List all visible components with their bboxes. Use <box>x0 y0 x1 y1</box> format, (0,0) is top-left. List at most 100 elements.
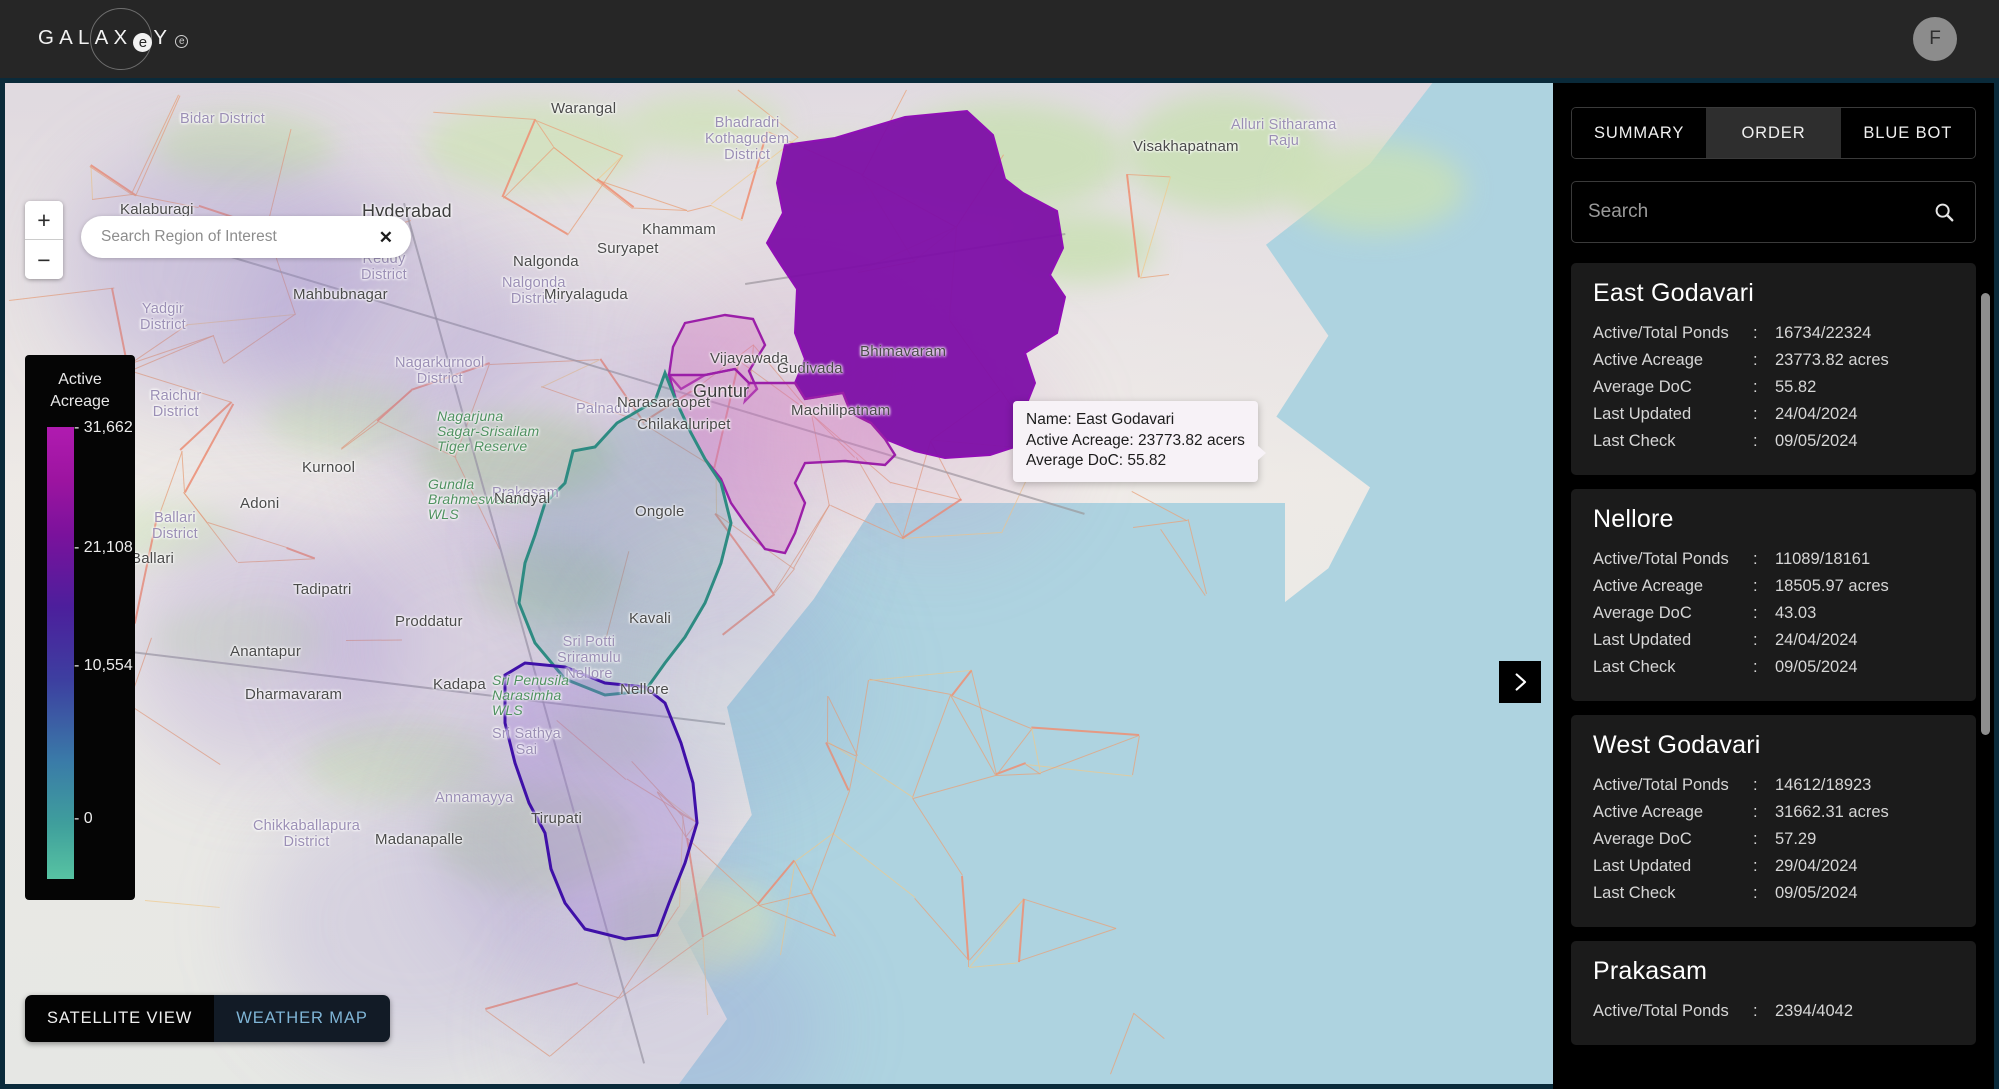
order-card-row-check: Last Check:09/05/2024 <box>1593 880 1954 907</box>
row-value: 09/05/2024 <box>1775 658 1858 676</box>
panel-collapse-button[interactable] <box>1499 661 1541 703</box>
map-label: Sri Sathya Sai <box>492 726 561 758</box>
row-label: Active/Total Ponds <box>1593 550 1729 568</box>
zoom-out-button[interactable]: − <box>25 240 63 279</box>
legend-tick-2: 10,554 <box>74 657 133 675</box>
row-label: Last Updated <box>1593 857 1692 875</box>
row-label: Active Acreage <box>1593 803 1704 821</box>
avatar[interactable]: F <box>1913 17 1957 61</box>
map-label: Bhadradri Kothagudem District <box>705 115 790 163</box>
roi-search-box[interactable]: ✕ <box>81 216 411 258</box>
satellite-view-button[interactable]: SATELLITE VIEW <box>25 995 215 1042</box>
panel-search-input[interactable] <box>1588 201 1933 223</box>
map-label: Visakhapatnam <box>1133 138 1239 155</box>
row-separator: : <box>1753 405 1758 423</box>
row-value: 09/05/2024 <box>1775 432 1858 450</box>
order-card-row-ponds: Active/Total Ponds:2394/4042 <box>1593 998 1954 1025</box>
row-value: 23773.82 acres <box>1775 351 1889 369</box>
map-label: Chikkaballapura District <box>253 818 360 850</box>
row-label: Active/Total Ponds <box>1593 1002 1729 1020</box>
order-card-title: Nellore <box>1593 505 1674 533</box>
row-separator: : <box>1753 776 1758 794</box>
legend-title: Active Acreage <box>25 369 135 413</box>
row-label: Active/Total Ponds <box>1593 776 1729 794</box>
side-panel: SUMMARY ORDER BLUE BOT East Godavari Acti… <box>1553 83 1994 1089</box>
basemap-toggle[interactable]: SATELLITE VIEW WEATHER MAP <box>25 995 390 1042</box>
weather-map-button[interactable]: WEATHER MAP <box>214 995 390 1042</box>
logo-e-glyph-icon: e <box>133 33 153 52</box>
row-separator: : <box>1753 432 1758 450</box>
tooltip-doc: Average DoC: 55.82 <box>1026 452 1167 469</box>
row-label: Last Check <box>1593 884 1676 902</box>
galaxeye-logo[interactable]: GALAX e Ye <box>38 0 189 78</box>
map-label: Ballari District <box>152 510 198 542</box>
row-value: 14612/18923 <box>1775 776 1872 794</box>
row-value: 57.29 <box>1775 830 1817 848</box>
row-separator: : <box>1753 658 1758 676</box>
order-card-row-doc: Average DoC:55.82 <box>1593 374 1954 401</box>
map-label: Ongole <box>635 503 685 520</box>
map-label: Proddatur <box>395 613 463 630</box>
row-value: 18505.97 acres <box>1775 577 1889 595</box>
roi-search-input[interactable] <box>101 228 379 246</box>
map-label: Alluri Sitharama Raju <box>1231 117 1337 149</box>
order-card-title: East Godavari <box>1593 279 1755 307</box>
map-label: Nagarjuna Sagar-Srisailam Tiger Reserve <box>437 408 540 454</box>
order-card-row-doc: Average DoC:57.29 <box>1593 826 1954 853</box>
row-value: 55.82 <box>1775 378 1817 396</box>
row-value: 2394/4042 <box>1775 1002 1853 1020</box>
row-value: 29/04/2024 <box>1775 857 1858 875</box>
row-separator: : <box>1753 351 1758 369</box>
row-label: Average DoC <box>1593 604 1692 622</box>
row-separator: : <box>1753 631 1758 649</box>
legend-tick-3: 0 <box>74 810 93 828</box>
map-label: Mahbubnagar <box>293 286 388 303</box>
legend-title-line1: Active <box>58 371 102 388</box>
order-card[interactable]: Prakasam Active/Total Ponds:2394/4042 <box>1571 941 1976 1045</box>
order-card-row-ponds: Active/Total Ponds:14612/18923 <box>1593 772 1954 799</box>
app-header: GALAX e Ye F <box>0 0 1999 78</box>
row-label: Last Check <box>1593 658 1676 676</box>
legend-tick-0: 31,662 <box>74 419 133 437</box>
order-card-row-check: Last Check:09/05/2024 <box>1593 428 1954 455</box>
map-label: Bidar District <box>180 111 265 127</box>
row-separator: : <box>1753 324 1758 342</box>
panel-search-box[interactable] <box>1571 181 1976 243</box>
tab-blue-bot[interactable]: BLUE BOT <box>1840 108 1975 158</box>
order-card-list[interactable]: East Godavari Active/Total Ponds:16734/22… <box>1571 263 1976 1089</box>
order-card-row-ponds: Active/Total Ponds:16734/22324 <box>1593 320 1954 347</box>
logo-text-before: GALAX <box>38 26 133 49</box>
map-label: Bhimavaram <box>860 343 947 360</box>
map-label: Warangal <box>551 100 617 117</box>
order-card-row-updated: Last Updated:24/04/2024 <box>1593 627 1954 654</box>
row-value: 43.03 <box>1775 604 1817 622</box>
tab-order[interactable]: ORDER <box>1706 108 1841 158</box>
logo-e-small-icon: e <box>175 35 189 48</box>
panel-scroll-thumb[interactable] <box>1981 293 1990 735</box>
roi-clear-icon[interactable]: ✕ <box>379 229 393 246</box>
order-card-row-acreage: Active Acreage:18505.97 acres <box>1593 573 1954 600</box>
panel-tabs[interactable]: SUMMARY ORDER BLUE BOT <box>1571 107 1976 159</box>
order-card-title: West Godavari <box>1593 731 1761 759</box>
tab-summary[interactable]: SUMMARY <box>1572 108 1707 158</box>
row-label: Average DoC <box>1593 378 1692 396</box>
row-separator: : <box>1753 1002 1758 1020</box>
map-label: Nandyal <box>494 490 551 507</box>
order-card[interactable]: Nellore Active/Total Ponds:11089/18161 Act… <box>1571 489 1976 701</box>
map-label: Yadgir District <box>140 301 186 333</box>
zoom-controls[interactable]: + − <box>25 201 63 279</box>
logo-text-after: Y <box>153 26 173 49</box>
legend-gradient-bar <box>47 427 74 879</box>
map-label: Kavali <box>629 610 672 627</box>
panel-scrollbar[interactable] <box>1981 293 1990 933</box>
search-icon[interactable] <box>1933 201 1955 223</box>
map-label: Nalgonda <box>513 253 579 270</box>
order-card-row-doc: Average DoC:43.03 <box>1593 600 1954 627</box>
order-card[interactable]: East Godavari Active/Total Ponds:16734/22… <box>1571 263 1976 475</box>
tooltip-acreage: Active Acreage: 23773.82 acers <box>1026 431 1245 449</box>
map-label: Miryalaguda <box>544 286 628 303</box>
order-card[interactable]: West Godavari Active/Total Ponds:14612/18… <box>1571 715 1976 927</box>
tooltip-name: Name: East Godavari <box>1026 411 1175 428</box>
acreage-legend: Active Acreage 31,662 21,108 10,554 0 <box>25 355 135 900</box>
zoom-in-button[interactable]: + <box>25 201 63 240</box>
